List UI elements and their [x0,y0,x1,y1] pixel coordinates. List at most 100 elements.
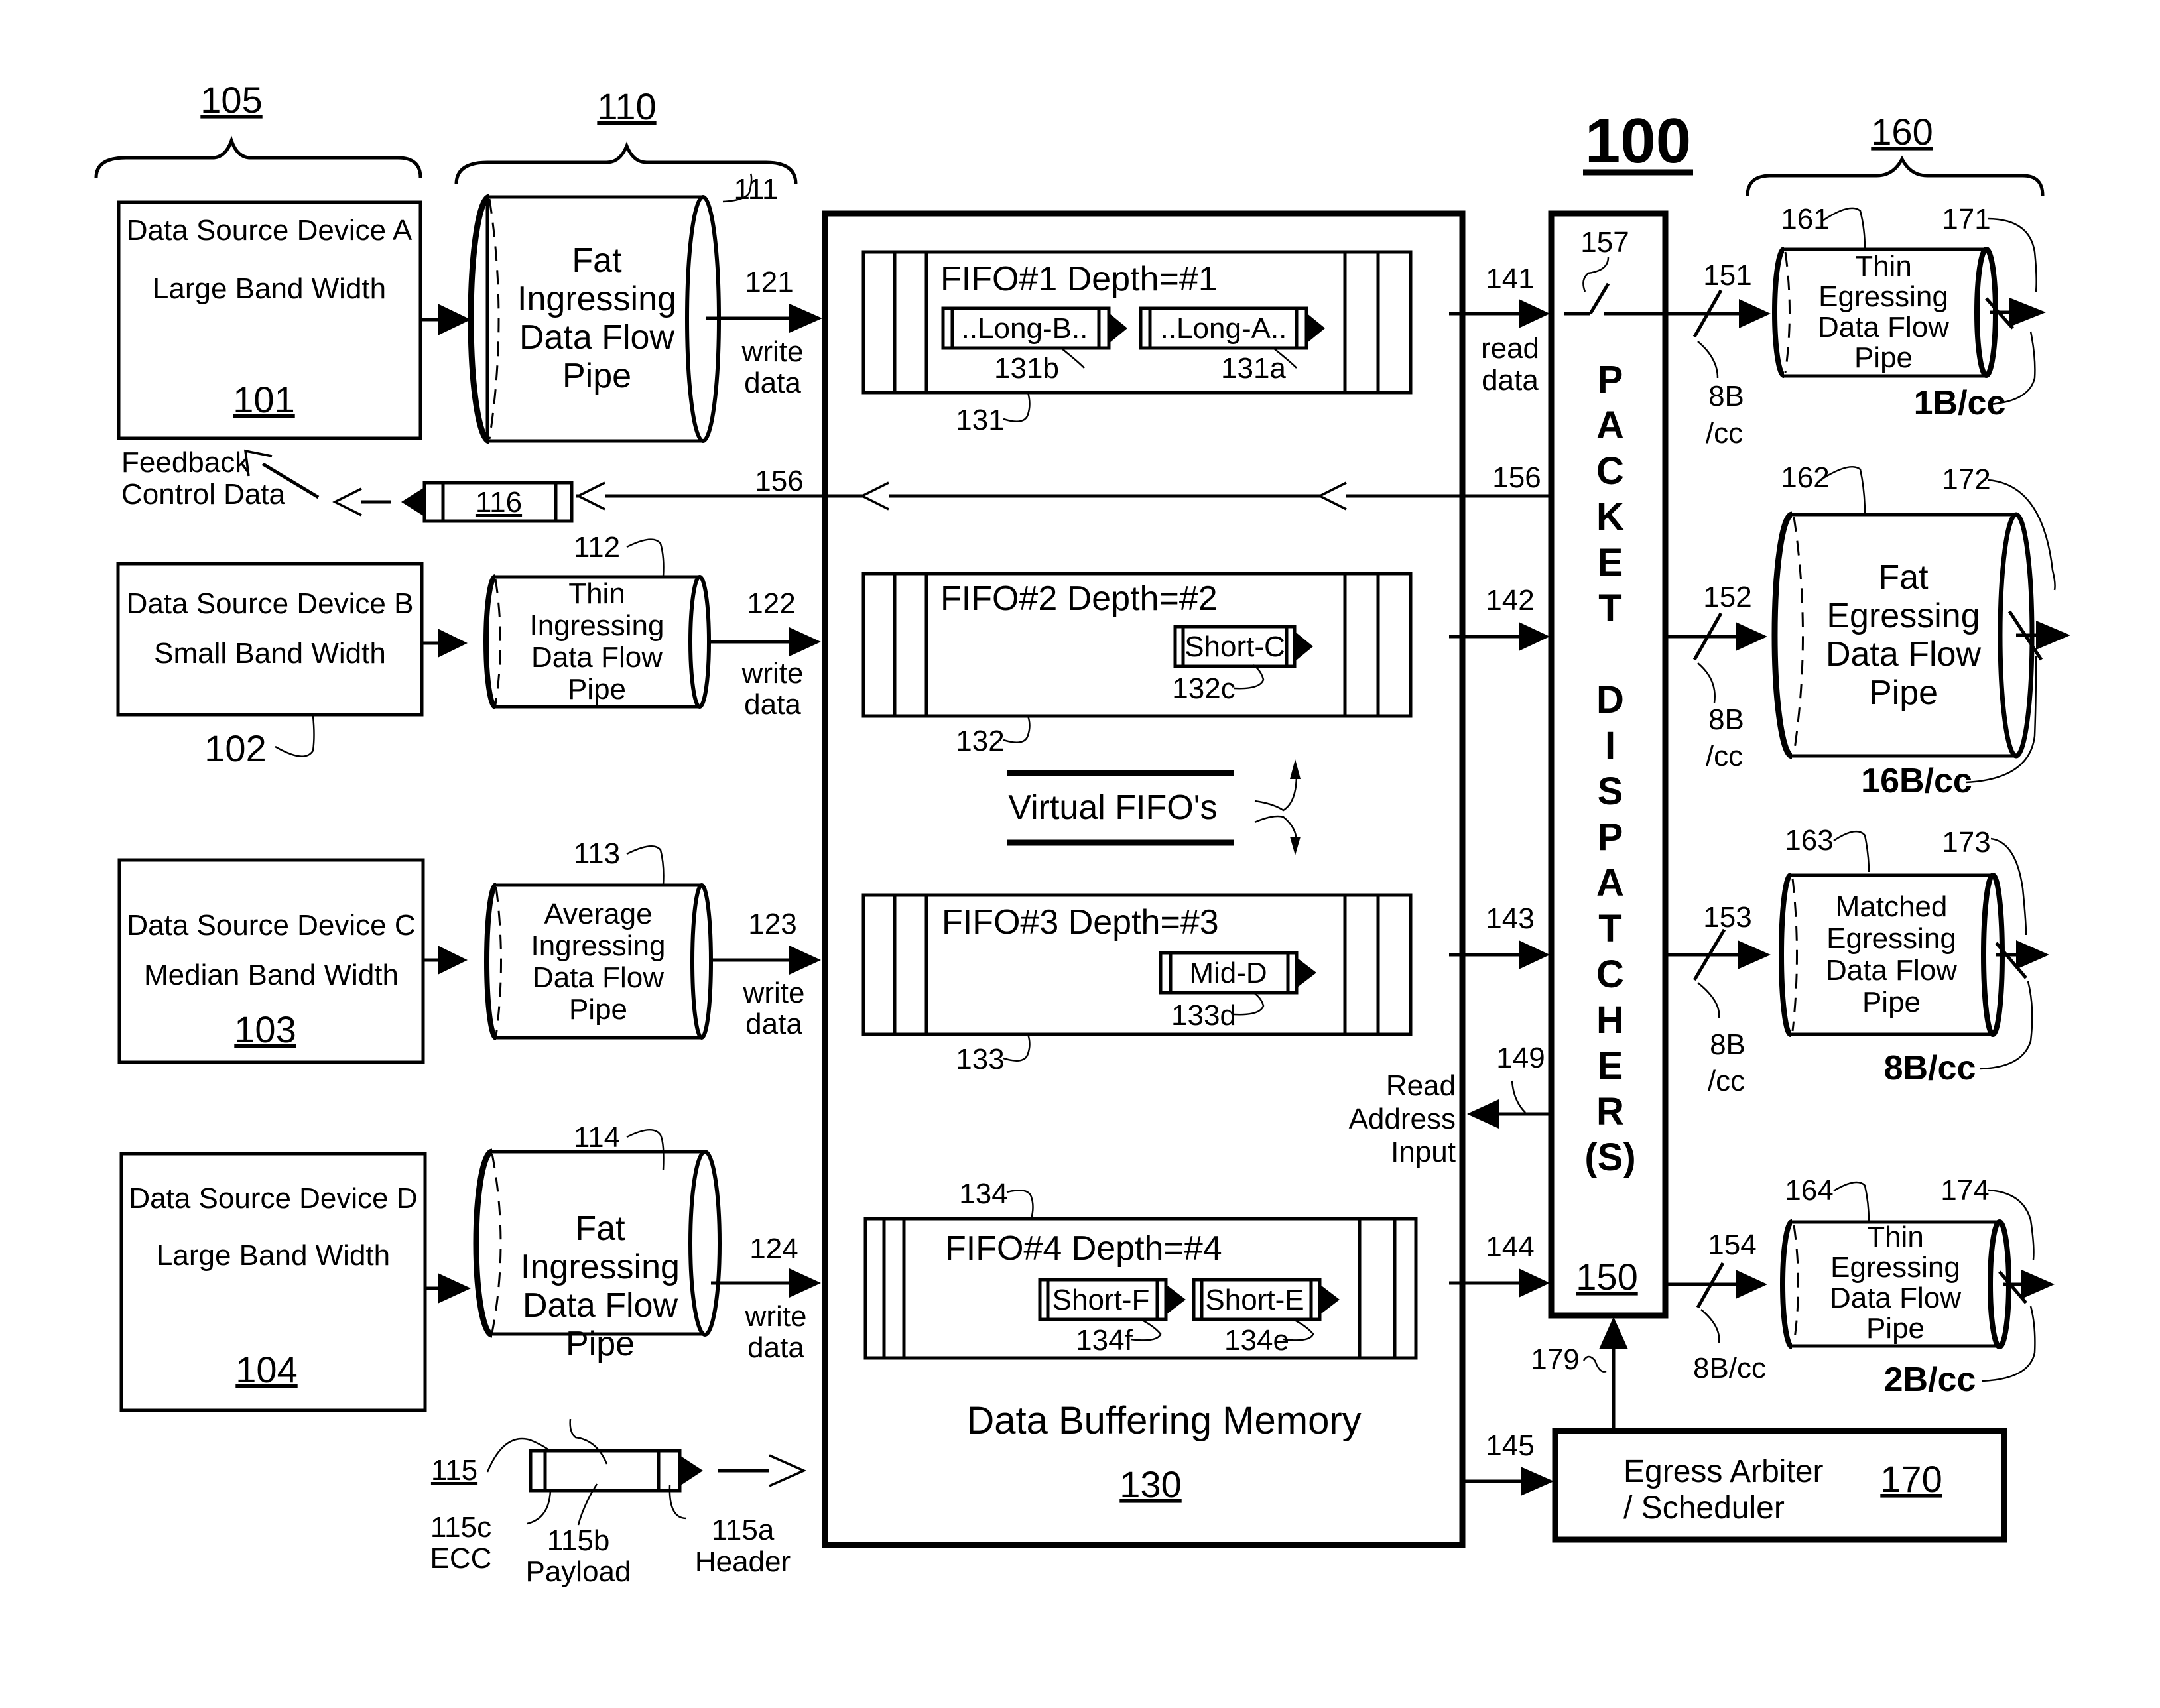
dispatcher-letter: C [1596,450,1624,493]
svg-text:105: 105 [200,79,262,121]
svg-text:read: read [1481,332,1539,365]
packet-long-a: ..Long-A.. [1139,306,1325,350]
svg-text:141: 141 [1486,263,1534,295]
svg-text:Data Buffering Memory: Data Buffering Memory [966,1399,1361,1442]
feedback-line-156: 156 156 [576,461,1550,511]
dispatcher-letter: A [1596,861,1624,904]
svg-text:Short-E: Short-E [1205,1284,1304,1316]
svg-text:163: 163 [1785,824,1833,857]
svg-text:data: data [744,367,801,399]
svg-text:Data Flow: Data Flow [523,1286,678,1325]
source-device-c[interactable]: Data Source Device C Median Band Width 1… [117,858,425,1064]
svg-text:FIFO#4 Depth=#4: FIFO#4 Depth=#4 [945,1229,1222,1268]
fifo-2-ref: 132 [956,715,1031,757]
svg-text:data: data [744,688,801,721]
svg-text:Large Band Width: Large Band Width [153,273,386,305]
svg-text:Pipe: Pipe [1854,341,1913,374]
packet-115: 115 115c ECC 115b Payload 115a Header [430,1418,807,1588]
svg-text:179: 179 [1531,1343,1579,1376]
svg-text:Egress Arbiter: Egress Arbiter [1623,1454,1823,1489]
egress-link-154: 154 8B/cc [1667,1229,1767,1384]
svg-text:132c: 132c [1172,672,1235,705]
svg-text:115b: 115b [547,1524,610,1557]
dispatcher-letter: K [1596,495,1624,538]
fifo-1[interactable]: FIFO#1 Depth=#1 ..Long-B.. ..Long-A.. 13… [861,250,1413,395]
svg-text:124: 124 [749,1233,798,1265]
svg-text:/cc: /cc [1706,740,1743,772]
egress-link-152: 152 8B /cc [1667,581,1767,772]
source-device-d[interactable]: Data Source Device D Large Band Width 10… [119,1152,427,1412]
dispatcher-letter: T [1598,587,1621,630]
write-arrow-122: 122 write data [710,587,821,721]
svg-text:Data Flow: Data Flow [519,318,675,357]
svg-text:Payload: Payload [525,1555,631,1588]
egress-pipe-164: Thin Egressing Data Flow Pipe 164 174 2B… [1783,1174,2055,1399]
fifo-4[interactable]: FIFO#4 Depth=#4 Short-F Short-E 134f 134… [863,1217,1418,1360]
svg-text:174: 174 [1940,1174,1989,1207]
svg-text:Ingressing: Ingressing [529,609,664,642]
svg-text:Data Flow: Data Flow [1826,635,1982,674]
fifo-3[interactable]: FIFO#3 Depth=#3 Mid-D 133d [861,893,1413,1036]
svg-text:Mid-D: Mid-D [1189,957,1267,989]
ingress-pipe-thin-b: Thin Ingressing Data Flow Pipe 112 [486,531,711,707]
svg-text:170: 170 [1880,1458,1942,1500]
svg-text:115c: 115c [430,1511,491,1544]
svg-text:Header: Header [695,1546,791,1578]
svg-text:Pipe: Pipe [1866,1312,1925,1345]
svg-text:Median Band Width: Median Band Width [144,959,399,991]
svg-text:Control Data: Control Data [121,478,286,511]
egress-pipe-163: Matched Egressing Data Flow Pipe 163 173… [1781,824,2049,1087]
dispatcher-letter: S [1598,770,1623,813]
svg-text:131b: 131b [994,352,1059,385]
packet-dispatcher[interactable]: PACKETDISPATCHER(S) 150 157 [1548,210,1669,1319]
svg-text:142: 142 [1486,584,1534,617]
svg-text:8B: 8B [1708,380,1744,412]
svg-text:Ingressing: Ingressing [521,1248,680,1286]
svg-text:..Long-A..: ..Long-A.. [1161,312,1287,345]
dispatcher-letter: E [1598,541,1623,584]
svg-text:/cc: /cc [1706,417,1743,450]
source-device-b[interactable]: Data Source Device B Small Band Width [116,562,424,717]
svg-text:115: 115 [431,1454,477,1487]
ingress-pipe-fat-a: Fat Ingressing Data Flow Pipe 111 [471,173,778,441]
svg-text:Thin: Thin [1867,1221,1924,1253]
svg-text:16B/cc: 16B/cc [1861,762,1972,800]
fifo-2[interactable]: FIFO#2 Depth=#2 Short-C 132c [861,572,1413,718]
svg-text:110: 110 [597,86,656,127]
svg-text:/ Scheduler: / Scheduler [1623,1491,1785,1526]
svg-text:Virtual FIFO's: Virtual FIFO's [1008,788,1217,827]
svg-text:153: 153 [1703,901,1751,934]
ingress-pipe-average-c: Average Ingressing Data Flow Pipe 113 [487,837,713,1038]
svg-text:data: data [745,1008,802,1040]
svg-text:152: 152 [1703,581,1751,613]
svg-text:Short-C: Short-C [1184,631,1285,663]
svg-text:FIFO#2 Depth=#2: FIFO#2 Depth=#2 [940,580,1218,618]
fifo-4-ref: 134 [959,1178,1034,1219]
ingress-pipe-fat-d: Fat Ingressing Data Flow Pipe 114 [476,1121,722,1363]
svg-text:Egressing: Egressing [1818,280,1948,313]
svg-text:write: write [741,336,804,368]
write-arrow-124: 124 write data [711,1233,821,1364]
fifo-1-ref: 131 [956,392,1031,436]
source-device-a[interactable]: Data Source Device A Large Band Width 10… [117,200,422,440]
svg-text:161: 161 [1781,203,1829,235]
dispatcher-letter: I [1605,724,1616,767]
egress-arbiter-scheduler[interactable]: Egress Arbiter / Scheduler 170 [1552,1428,2007,1543]
svg-text:8B: 8B [1708,703,1744,736]
ingress-group-brace: 110 [454,86,798,185]
svg-text:/cc: /cc [1708,1065,1745,1097]
svg-text:102: 102 [204,727,266,769]
dispatcher-letter: D [1596,678,1624,721]
feedback-control-label: Feedback Control Data [121,446,320,511]
packet-short-e: Short-E [1192,1278,1340,1321]
svg-text:Fat: Fat [572,241,622,280]
svg-text:151: 151 [1703,259,1751,292]
svg-text:Data Flow: Data Flow [531,641,663,674]
svg-text:132: 132 [956,725,1004,757]
svg-text:Data Source Device C: Data Source Device C [127,909,415,942]
egress-link-153: 153 8B /cc [1667,901,1771,1097]
svg-text:2B/cc: 2B/cc [1884,1361,1976,1399]
svg-text:123: 123 [748,908,796,940]
packet-short-f: Short-F [1038,1278,1186,1321]
svg-text:Fat: Fat [575,1209,625,1248]
